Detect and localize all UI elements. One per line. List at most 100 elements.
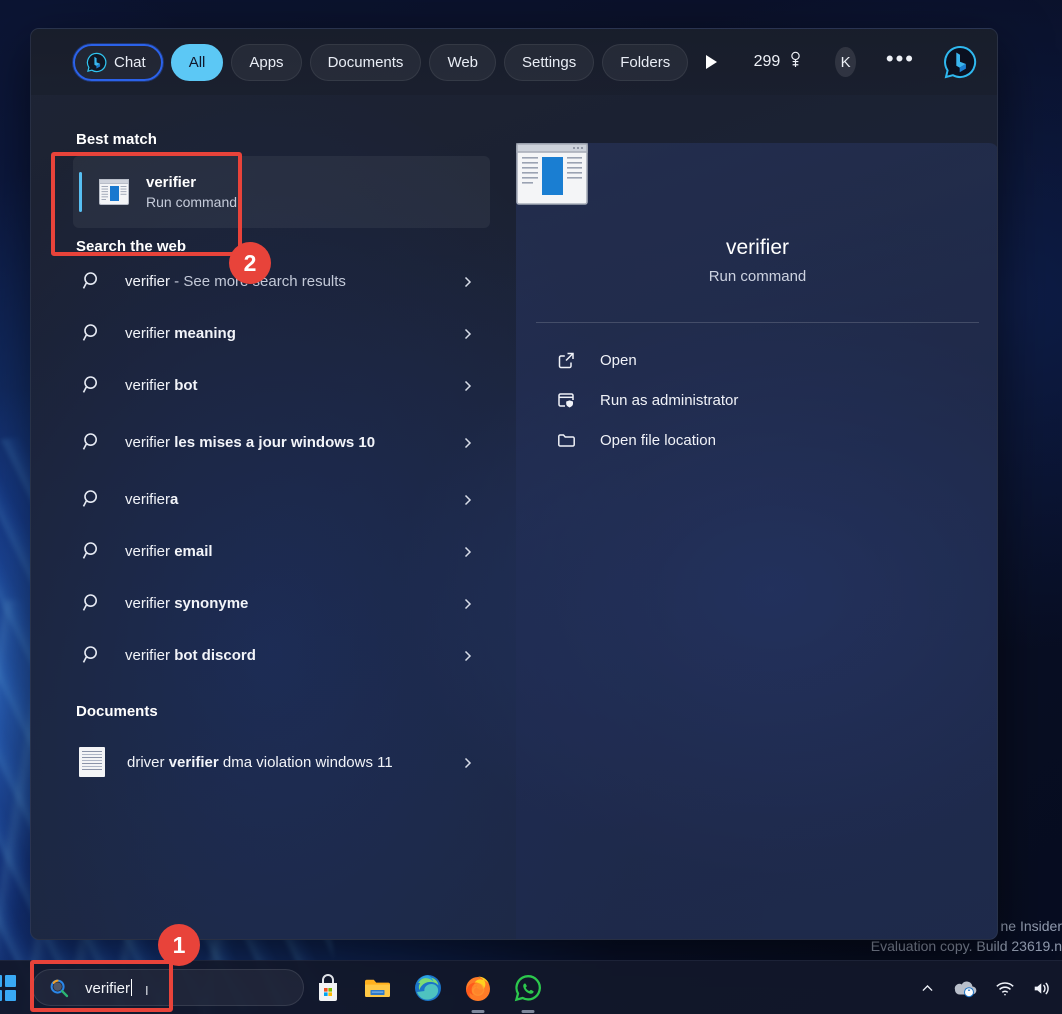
- open-external-icon: [556, 350, 577, 371]
- rewards-points[interactable]: 299: [754, 50, 806, 74]
- action-open-file-location[interactable]: Open file location: [534, 420, 981, 460]
- taskbar-search-box[interactable]: verifier I: [32, 969, 304, 1006]
- taskbar-app-microsoft-store[interactable]: [312, 972, 344, 1004]
- windows-start-icon[interactable]: [0, 975, 16, 1001]
- chevron-right-icon: [462, 275, 474, 288]
- chevron-right-icon: [462, 436, 474, 449]
- web-suggestion-row[interactable]: verifiera: [73, 473, 490, 525]
- selection-accent-bar: [79, 172, 82, 212]
- tab-folders[interactable]: Folders: [602, 43, 689, 81]
- tab-settings-label: Settings: [522, 53, 577, 71]
- taskbar-app-file-explorer[interactable]: [362, 972, 394, 1004]
- search-icon: [81, 488, 103, 510]
- bing-chat-icon: [86, 52, 107, 73]
- search-icon: [81, 431, 103, 453]
- taskbar-app-microsoft-edge[interactable]: [412, 972, 444, 1004]
- search-icon: [81, 374, 103, 396]
- overflow-menu-label: •••: [885, 46, 915, 71]
- search-icon: [81, 270, 103, 292]
- action-open[interactable]: Open: [534, 340, 981, 380]
- taskbar-app-whatsapp[interactable]: [512, 972, 544, 1004]
- divider: [536, 322, 979, 323]
- folder-icon: [556, 430, 577, 451]
- verifier-app-icon: [99, 179, 129, 205]
- preview-app-title: verifier: [725, 236, 789, 259]
- onedrive-cloud-icon[interactable]: [952, 978, 978, 998]
- web-suggestion-row[interactable]: verifier bot discord: [73, 629, 490, 681]
- web-suggestion-row[interactable]: verifier - See more search results: [73, 255, 490, 307]
- search-results-list: Best match verifier Run command Search t…: [31, 95, 516, 939]
- avatar[interactable]: K: [835, 47, 856, 77]
- chevron-right-icon: [462, 327, 474, 340]
- list-item[interactable]: driver verifier dma violation windows 11: [73, 730, 490, 794]
- web-suggestion-label: verifier les mises a jour windows 10: [125, 433, 376, 451]
- tab-chat[interactable]: Chat: [73, 43, 163, 81]
- action-run-as-administrator[interactable]: Run as administrator: [534, 380, 981, 420]
- tab-folders-label: Folders: [620, 53, 671, 71]
- system-tray: [920, 961, 1052, 1014]
- search-icon: [81, 644, 103, 666]
- overflow-menu-button[interactable]: •••: [882, 48, 919, 76]
- web-suggestion-row[interactable]: verifier les mises a jour windows 10: [73, 411, 490, 473]
- tab-all[interactable]: All: [170, 43, 224, 81]
- web-suggestion-label: verifier bot: [125, 376, 198, 394]
- preview-app-subtitle: Run command: [708, 268, 807, 285]
- best-match-subtitle: Run command: [146, 194, 238, 210]
- document-thumbnail-icon: [79, 747, 105, 777]
- tab-apps[interactable]: Apps: [231, 43, 302, 81]
- tab-documents-label: Documents: [327, 53, 404, 71]
- best-match-title: verifier: [146, 174, 197, 191]
- search-input[interactable]: verifier: [85, 978, 133, 997]
- documents-header: Documents: [76, 703, 158, 720]
- tab-chat-label: Chat: [114, 53, 146, 71]
- search-icon: [49, 978, 69, 998]
- tab-web[interactable]: Web: [429, 43, 497, 81]
- tab-web-label: Web: [447, 53, 479, 71]
- chevron-right-icon: [462, 649, 474, 662]
- search-icon: [81, 592, 103, 614]
- tab-documents[interactable]: Documents: [309, 43, 422, 81]
- taskbar: verifier I: [0, 960, 1062, 1014]
- action-open-file-location-label: Open file location: [600, 431, 716, 449]
- web-suggestion-row[interactable]: verifier meaning: [73, 307, 490, 359]
- taskbar-app-firefox[interactable]: [462, 972, 494, 1004]
- volume-icon[interactable]: [1032, 980, 1052, 997]
- web-suggestion-label: verifier meaning: [125, 324, 236, 342]
- search-filter-tabstrip: Chat All Apps Documents Web Settings Fol…: [31, 29, 997, 95]
- search-input-value: verifier: [85, 979, 131, 997]
- web-suggestion-row[interactable]: verifier email: [73, 525, 490, 577]
- play-arrow-icon[interactable]: [700, 45, 723, 79]
- chevron-right-icon: [462, 597, 474, 610]
- chevron-right-icon: [462, 545, 474, 558]
- web-suggestion-label: verifier - See more search results: [125, 272, 346, 290]
- bing-logo-icon[interactable]: [943, 45, 977, 79]
- web-suggestion-label: verifier bot discord: [125, 646, 256, 664]
- web-suggestion-label: verifier synonyme: [125, 594, 249, 612]
- action-run-as-administrator-label: Run as administrator: [600, 391, 739, 409]
- taskbar-app-buttons: [312, 961, 544, 1014]
- document-label: driver verifier dma violation windows 11: [127, 753, 393, 771]
- tab-settings[interactable]: Settings: [504, 43, 595, 81]
- wifi-icon[interactable]: [995, 980, 1015, 997]
- web-suggestion-row[interactable]: verifier synonyme: [73, 577, 490, 629]
- web-suggestion-label: verifiera: [125, 490, 179, 508]
- search-the-web-header: Search the web: [76, 238, 187, 255]
- ibeam-pointer-icon: I: [145, 983, 149, 998]
- rewards-medal-icon: [786, 50, 805, 74]
- search-icon: [81, 540, 103, 562]
- web-suggestion-row[interactable]: verifier bot: [73, 359, 490, 411]
- chevron-right-icon: [462, 756, 474, 769]
- rewards-points-value: 299: [753, 53, 781, 70]
- best-match-verifier-row[interactable]: verifier Run command: [73, 156, 490, 228]
- best-match-header: Best match: [76, 131, 157, 148]
- verifier-app-icon-large: [516, 143, 588, 209]
- tab-apps-label: Apps: [249, 53, 284, 71]
- hidden-icons-chevron-up-icon[interactable]: [920, 981, 935, 996]
- search-icon: [81, 322, 103, 344]
- web-suggestions-container: verifier - See more search results verifi…: [31, 255, 502, 681]
- text-cursor: [131, 978, 133, 996]
- chevron-right-icon: [462, 379, 474, 392]
- search-flyout-panel: Chat All Apps Documents Web Settings Fol…: [30, 28, 998, 940]
- chevron-right-icon: [462, 493, 474, 506]
- avatar-initial: K: [840, 53, 851, 71]
